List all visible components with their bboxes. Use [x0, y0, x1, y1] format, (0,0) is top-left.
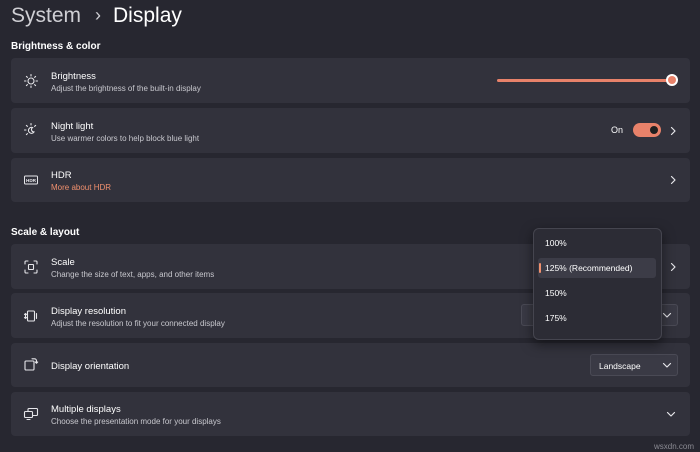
- scale-desc: Change the size of text, apps, and other…: [51, 270, 215, 279]
- section-title-brightness-color: Brightness & color: [11, 41, 101, 52]
- hdr-title: HDR: [51, 170, 72, 181]
- breadcrumb-system[interactable]: System: [11, 4, 81, 28]
- scale-option[interactable]: 175%: [538, 308, 656, 328]
- page-title: Display: [113, 4, 182, 27]
- display-orientation-dropdown[interactable]: Landscape: [590, 354, 678, 376]
- night-light-icon: [23, 122, 39, 138]
- chevron-right-icon: [670, 126, 676, 136]
- night-light-title: Night light: [51, 121, 94, 132]
- display-orientation-value: Landscape: [599, 361, 641, 371]
- scale-options-flyout: 100% 125% (Recommended) 150% 175%: [533, 228, 662, 340]
- brightness-card: Brightness Adjust the brightness of the …: [11, 58, 690, 103]
- chevron-right-icon: [670, 262, 676, 272]
- orientation-icon: [23, 357, 39, 373]
- night-light-toggle-label: On: [611, 125, 624, 135]
- toggle-knob: [650, 126, 658, 134]
- multiple-displays-title: Multiple displays: [51, 404, 121, 415]
- multiple-displays-desc: Choose the presentation mode for your di…: [51, 417, 221, 426]
- resolution-icon: [23, 308, 39, 324]
- display-resolution-title: Display resolution: [51, 306, 126, 317]
- brightness-slider-thumb[interactable]: [666, 74, 678, 86]
- chevron-down-icon: [662, 312, 672, 318]
- sun-icon: [23, 73, 39, 89]
- chevron-down-icon: [666, 411, 676, 417]
- scale-title: Scale: [51, 257, 75, 268]
- brightness-title: Brightness: [51, 71, 96, 82]
- night-light-desc: Use warmer colors to help block blue lig…: [51, 134, 200, 143]
- brightness-slider-track[interactable]: [497, 79, 672, 82]
- display-resolution-desc: Adjust the resolution to fit your connec…: [51, 319, 225, 328]
- chevron-down-icon: [662, 362, 672, 368]
- display-orientation-card: Display orientation Landscape: [11, 343, 690, 387]
- display-orientation-title: Display orientation: [51, 361, 130, 372]
- multiple-displays-card[interactable]: Multiple displays Choose the presentatio…: [11, 392, 690, 436]
- hdr-card[interactable]: HDR HDR More about HDR: [11, 158, 690, 202]
- scale-option[interactable]: 150%: [538, 283, 656, 303]
- brightness-desc: Adjust the brightness of the built-in di…: [51, 84, 201, 93]
- multiple-displays-icon: [23, 406, 39, 422]
- breadcrumb: System › Display: [11, 2, 182, 30]
- night-light-card[interactable]: Night light Use warmer colors to help bl…: [11, 108, 690, 153]
- svg-text:HDR: HDR: [26, 178, 37, 183]
- breadcrumb-separator: ›: [95, 4, 102, 25]
- scale-icon: [23, 259, 39, 275]
- watermark: wsxdn.com: [653, 442, 694, 451]
- scale-option[interactable]: 100%: [538, 233, 656, 253]
- hdr-link[interactable]: More about HDR: [51, 183, 111, 192]
- night-light-toggle[interactable]: [633, 123, 661, 137]
- section-title-scale-layout: Scale & layout: [11, 227, 80, 238]
- chevron-right-icon: [670, 175, 676, 185]
- hdr-icon: HDR: [23, 172, 39, 188]
- scale-option-selected[interactable]: 125% (Recommended): [538, 258, 656, 278]
